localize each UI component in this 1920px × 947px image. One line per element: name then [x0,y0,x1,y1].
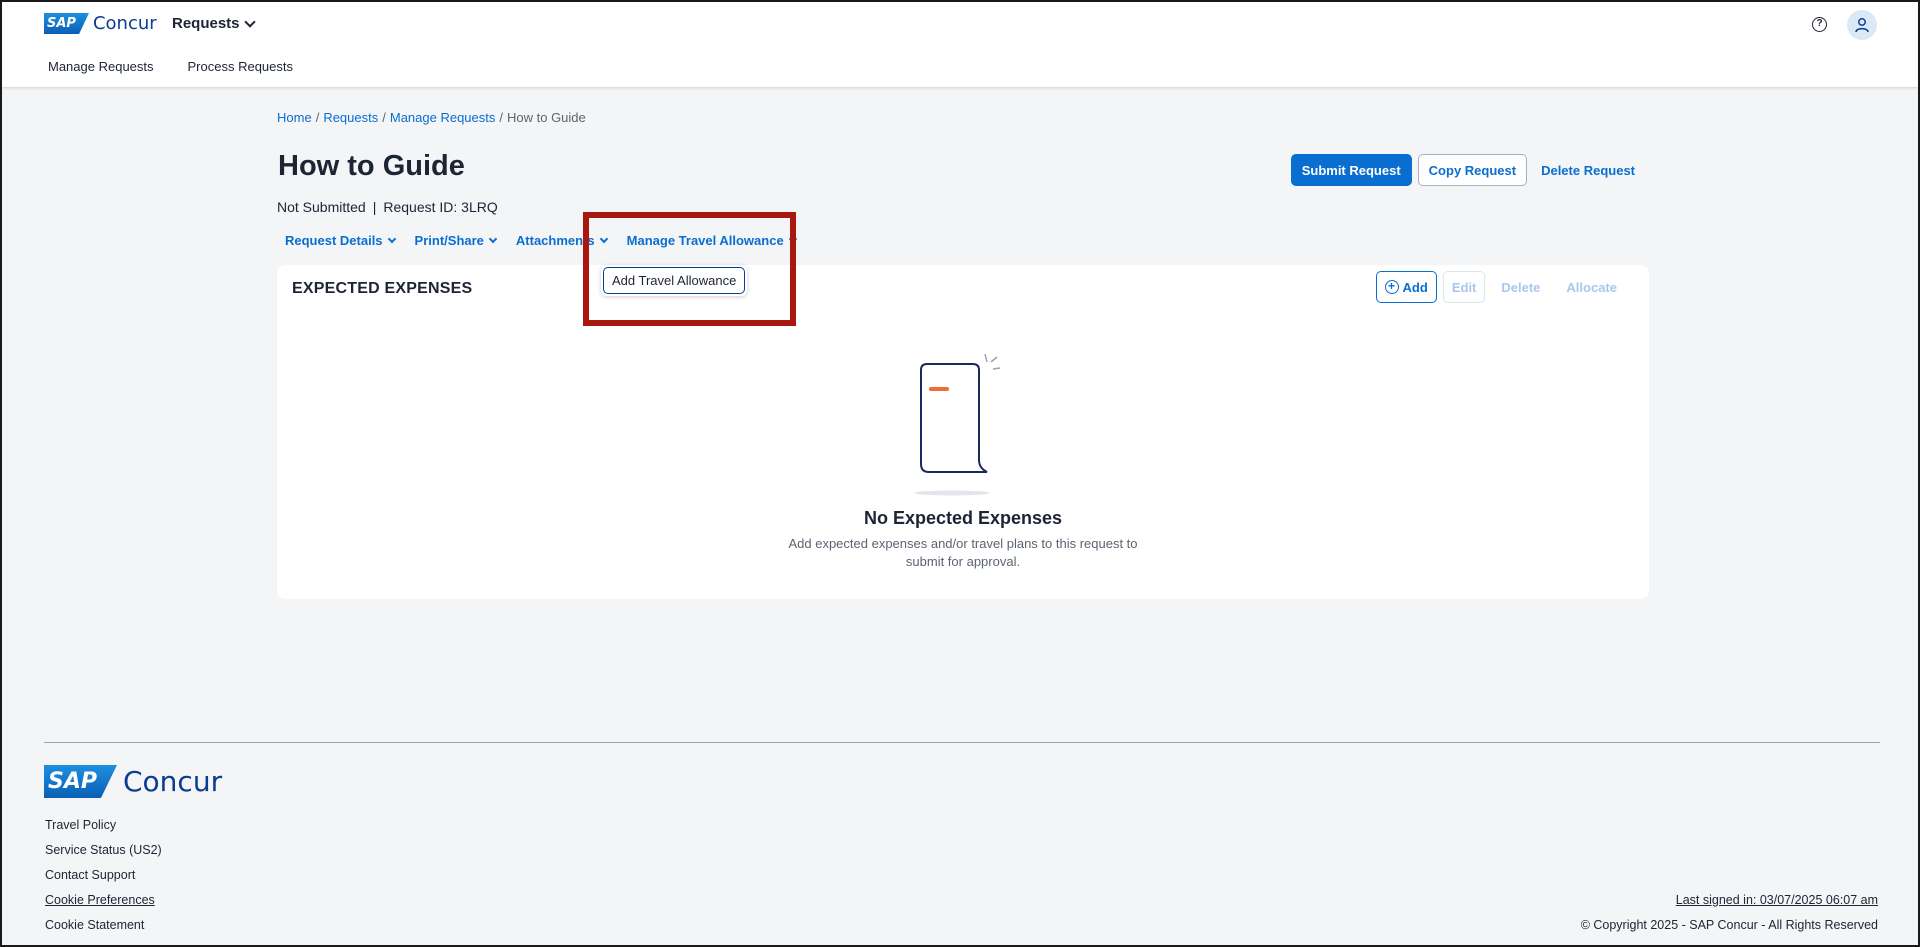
tab-label: Print/Share [414,233,484,248]
submit-request-button[interactable]: Submit Request [1290,154,1412,186]
chevron-down-icon [243,15,256,28]
request-actions: Submit Request Copy Request Delete Reque… [1290,154,1643,186]
expected-expenses-card: EXPECTED EXPENSES + Add Edit Delete Allo… [277,265,1649,599]
breadcrumb-home[interactable]: Home [277,110,312,125]
card-title: EXPECTED EXPENSES [292,280,473,297]
footer-meta: Last signed in: 03/07/2025 06:07 am © Co… [1581,893,1878,943]
copy-request-button[interactable]: Copy Request [1417,154,1528,186]
breadcrumb-current: How to Guide [507,110,586,125]
requests-module-menu[interactable]: Requests [172,15,256,32]
delete-expense-button[interactable]: Delete [1491,271,1550,303]
breadcrumb: Home / Requests / Manage Requests / How to Gui… [277,110,586,125]
footer-divider [44,742,1880,743]
last-signed-in[interactable]: Last signed in: 03/07/2025 06:07 am [1581,893,1878,918]
empty-state-title: No Expected Expenses [863,508,1063,528]
footer-travel-policy[interactable]: Travel Policy [45,818,162,843]
add-expense-button[interactable]: + Add [1375,271,1437,303]
footer-cookie-statement[interactable]: Cookie Statement [45,918,162,943]
add-label: Add [1402,279,1428,295]
edit-expense-button[interactable]: Edit [1442,271,1486,303]
page-title: How to Guide [278,150,465,182]
requests-menu-label: Requests [172,15,240,32]
tab-print-share[interactable]: Print/Share [414,233,498,248]
person-icon [1855,18,1869,33]
footer-contact-support[interactable]: Contact Support [45,868,162,893]
sap-concur-logo[interactable]: SAP Concur [44,13,157,34]
request-id: Request ID: 3LRQ [383,199,498,215]
tab-request-details[interactable]: Request Details [285,233,396,248]
user-profile-icon[interactable] [1847,10,1877,40]
request-status: Not Submitted [277,199,366,215]
sap-badge: SAP [44,13,89,34]
sub-navigation: Manage Requests Process Requests [48,59,293,74]
brand-name: Concur [92,13,157,34]
subnav-process-requests[interactable]: Process Requests [188,59,294,74]
subnav-manage-requests[interactable]: Manage Requests [48,59,154,74]
allocate-expense-button[interactable]: Allocate [1556,271,1627,303]
footer-logo: SAP Concur [44,765,222,798]
chevron-down-icon [488,234,498,243]
copyright: © Copyright 2025 - SAP Concur - All Righ… [1580,918,1878,932]
empty-document-illustration [907,350,1007,505]
help-icon[interactable]: ? [1812,17,1827,32]
request-status-line: Not Submitted | Request ID: 3LRQ [277,199,498,215]
breadcrumb-manage-requests[interactable]: Manage Requests [390,110,496,125]
footer-service-status[interactable]: Service Status (US2) [45,843,162,868]
delete-request-button[interactable]: Delete Request [1533,154,1643,186]
sap-badge: SAP [44,765,117,798]
brand-name: Concur [123,765,223,798]
card-actions: + Add Edit Delete Allocate [1375,271,1627,303]
breadcrumb-requests[interactable]: Requests [323,110,378,125]
footer-links: Travel Policy Service Status (US2) Conta… [45,818,162,943]
plus-circle-icon: + [1384,280,1399,294]
highlight-annotation [583,212,796,326]
chevron-down-icon [387,234,396,243]
top-header: SAP Concur Requests ? Manage Requests Pr… [2,2,1918,87]
footer-cookie-preferences[interactable]: Cookie Preferences [45,893,162,918]
empty-state-description: Add expected expenses and/or travel plan… [788,536,1138,569]
tab-label: Request Details [285,233,383,248]
